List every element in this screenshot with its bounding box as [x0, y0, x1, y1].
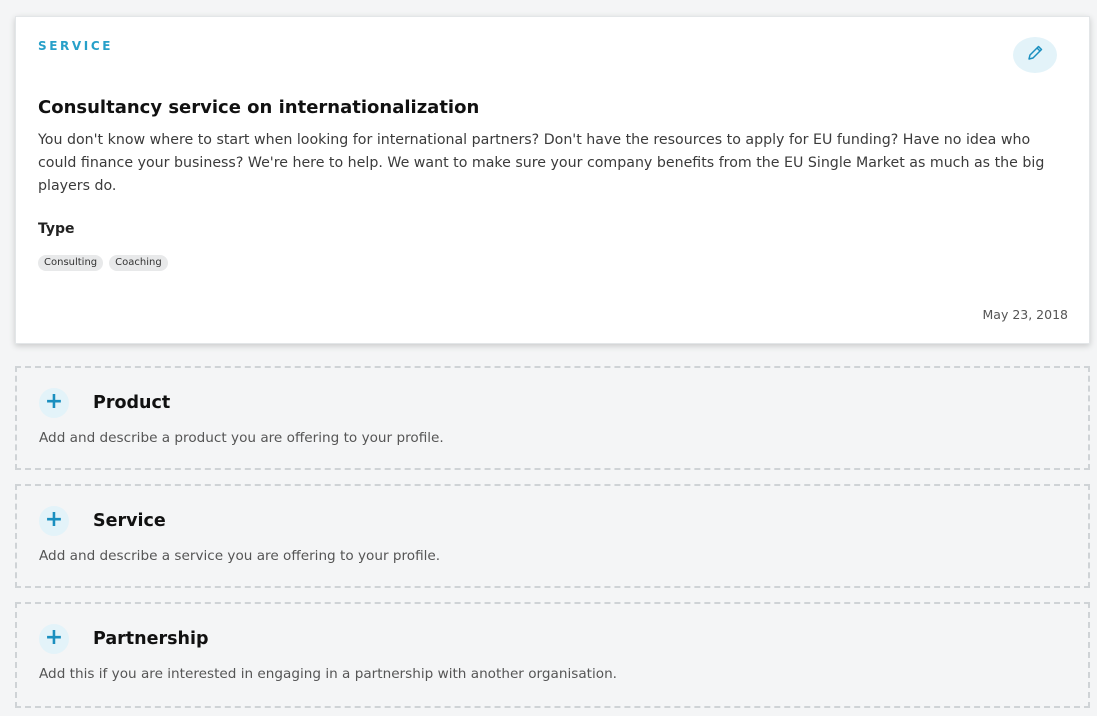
add-product-header: + Product: [39, 388, 170, 418]
add-service-header: + Service: [39, 506, 166, 536]
plus-icon[interactable]: +: [39, 388, 69, 418]
card-kind-label: SERVICE: [38, 39, 114, 53]
add-partnership-section[interactable]: + Partnership Add this if you are intere…: [15, 602, 1090, 708]
tag-coaching: Coaching: [109, 255, 168, 271]
add-product-section[interactable]: + Product Add and describe a product you…: [15, 366, 1090, 470]
add-product-title: Product: [93, 393, 171, 413]
add-product-hint: Add and describe a product you are offer…: [39, 430, 444, 446]
type-tags: Consulting Coaching: [38, 255, 168, 271]
service-title: Consultancy service on internationalizat…: [38, 97, 480, 118]
service-card: SERVICE Consultancy service on internati…: [15, 16, 1090, 344]
plus-icon[interactable]: +: [39, 506, 69, 536]
pencil-icon: [1025, 43, 1045, 67]
type-label: Type: [38, 221, 75, 237]
add-service-section[interactable]: + Service Add and describe a service you…: [15, 484, 1090, 588]
service-description: You don't know where to start when looki…: [38, 132, 1045, 194]
service-date: May 23, 2018: [982, 307, 1068, 322]
tag-consulting: Consulting: [38, 255, 104, 271]
add-partnership-header: + Partnership: [39, 624, 209, 654]
add-partnership-hint: Add this if you are interested in engagi…: [39, 666, 618, 682]
plus-icon[interactable]: +: [39, 624, 69, 654]
offerings-panel: SERVICE Consultancy service on internati…: [0, 0, 1097, 716]
add-service-hint: Add and describe a service you are offer…: [39, 548, 441, 564]
add-service-title: Service: [93, 511, 166, 531]
add-partnership-title: Partnership: [93, 629, 209, 649]
edit-button[interactable]: [1013, 37, 1057, 73]
